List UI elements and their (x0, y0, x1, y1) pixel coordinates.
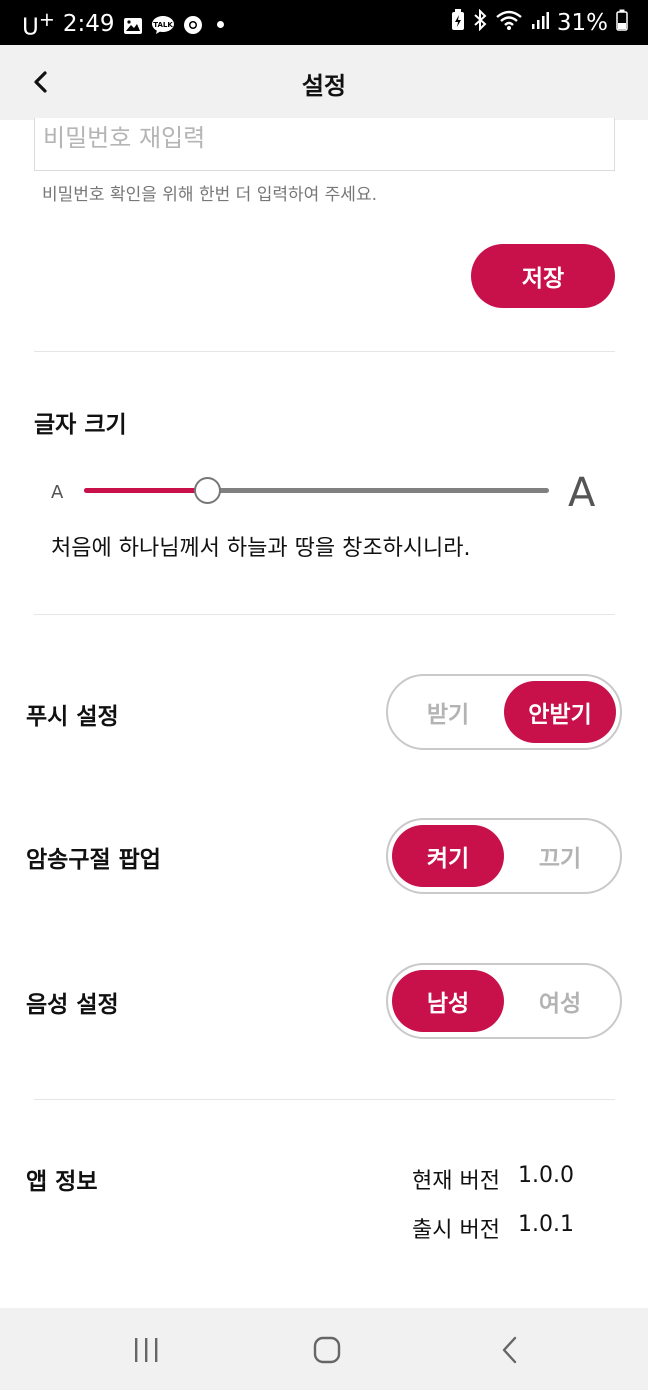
wifi-icon (495, 9, 523, 37)
voice-setting-label: 음성 설정 (26, 992, 119, 1018)
divider (34, 351, 615, 352)
home-button[interactable] (307, 1330, 347, 1370)
app-info-label: 앱 정보 (26, 1169, 98, 1195)
font-size-title: 글자 크기 (34, 412, 127, 438)
recent-apps-icon (135, 1338, 158, 1362)
status-bar: U+ 2:49 TALK 31% (0, 0, 648, 45)
system-nav-bar (0, 1308, 648, 1390)
kakaotalk-icon: TALK (151, 15, 175, 35)
signal-icon (531, 10, 549, 36)
recent-apps-button[interactable] (126, 1330, 166, 1370)
battery-saver-icon (451, 9, 465, 37)
current-version-value: 1.0.0 (517, 1163, 574, 1188)
battery-percent: 31% (556, 10, 608, 36)
font-size-large-label: A (568, 470, 596, 516)
memory-popup-toggle[interactable]: 켜기 끄기 (386, 818, 622, 894)
memory-popup-option-off[interactable]: 끄기 (504, 825, 616, 887)
divider (34, 1099, 615, 1100)
back-nav-button[interactable] (490, 1330, 530, 1370)
current-version-row: 현재 버전 1.0.0 (412, 1163, 574, 1195)
voice-toggle[interactable]: 남성 여성 (386, 963, 622, 1039)
home-icon (313, 1336, 341, 1364)
memory-popup-label: 암송구절 팝업 (26, 847, 161, 873)
push-option-receive[interactable]: 받기 (392, 681, 504, 743)
svg-text:TALK: TALK (153, 21, 173, 29)
bluetooth-icon (473, 8, 487, 37)
more-notifications-dot (216, 20, 224, 28)
font-size-small-label: A (51, 482, 64, 503)
current-version-label: 현재 버전 (412, 1169, 500, 1194)
voice-option-male[interactable]: 남성 (392, 970, 504, 1032)
font-size-slider-thumb[interactable] (194, 477, 221, 504)
push-setting-label: 푸시 설정 (26, 704, 119, 730)
page-title: 설정 (301, 72, 347, 100)
release-version-value: 1.0.1 (517, 1212, 574, 1237)
password-confirm-input[interactable] (35, 118, 614, 158)
font-size-slider-fill (84, 488, 207, 493)
gallery-icon (123, 15, 143, 35)
release-version-row: 출시 버전 1.0.1 (412, 1212, 574, 1244)
chrome-icon (183, 15, 203, 35)
push-toggle[interactable]: 받기 안받기 (386, 674, 622, 750)
password-hint: 비밀번호 확인을 위해 한번 더 입력하여 주세요. (42, 185, 377, 205)
back-arrow-icon (502, 1336, 517, 1364)
push-option-decline[interactable]: 안받기 (504, 681, 616, 743)
voice-option-female[interactable]: 여성 (504, 970, 616, 1032)
clock: 2:49 (62, 11, 115, 38)
divider (34, 614, 615, 615)
font-size-slider[interactable] (84, 477, 549, 504)
font-size-preview: 처음에 하나님께서 하늘과 땅을 창조하시니라. (51, 536, 471, 561)
release-version-label: 출시 버전 (412, 1218, 500, 1243)
memory-popup-option-on[interactable]: 켜기 (392, 825, 504, 887)
battery-icon (616, 9, 628, 37)
save-button[interactable]: 저장 (471, 244, 615, 308)
carrier-label: U+ (22, 8, 55, 41)
password-confirm-field[interactable] (34, 118, 615, 171)
app-header: 설정 (0, 45, 648, 120)
